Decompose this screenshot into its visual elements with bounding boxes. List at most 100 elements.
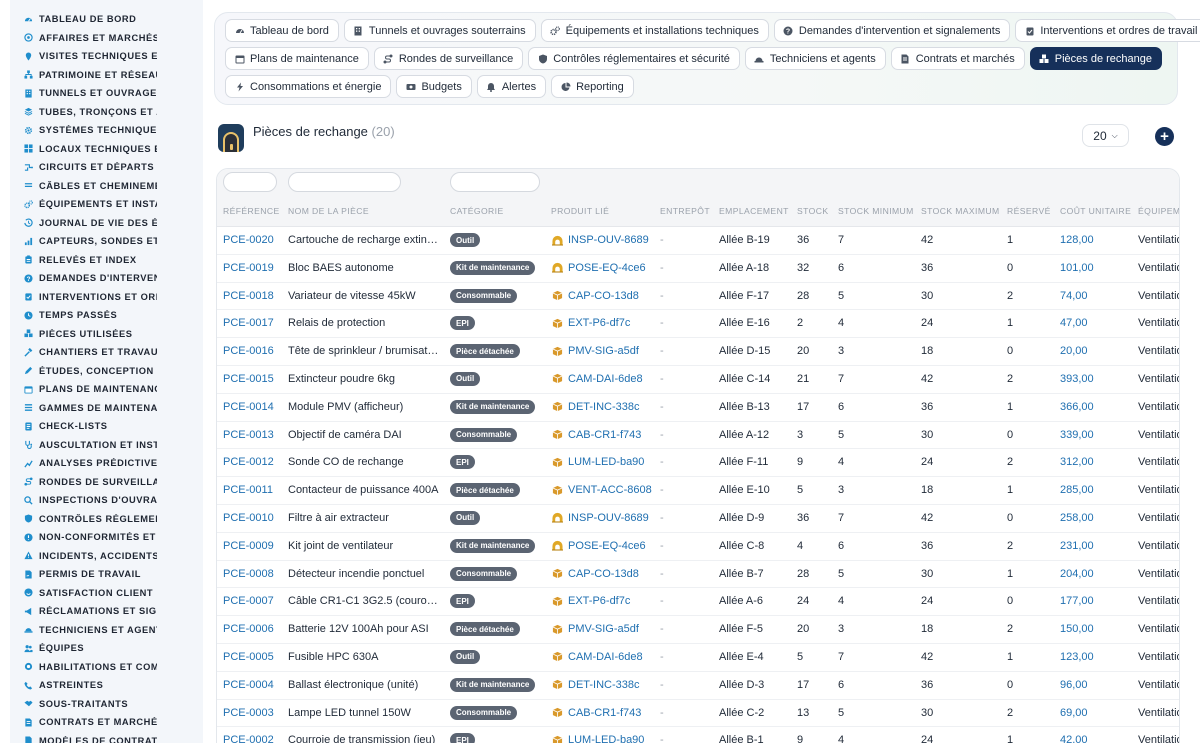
table-row[interactable]: PCE-0008 Détecteur incendie ponctuel Conso… [217,561,1179,589]
sidebar-item-auscultation-et-instr[interactable]: AUSCULTATION ET INSTR [10,436,203,455]
part-reference-link[interactable]: PCE-0006 [223,623,274,635]
table-row[interactable]: PCE-0015 Extincteur poudre 6kg Outil CAM-DA… [217,366,1179,394]
table-row[interactable]: PCE-0019 Bloc BAES autonome Kit de mainten… [217,255,1179,283]
sidebar-item-demandes-d-intervent[interactable]: ? DEMANDES D'INTERVENT [10,269,203,288]
part-reference-link[interactable]: PCE-0003 [223,707,274,719]
sidebar-item-inspections-d-ouvrag[interactable]: INSPECTIONS D'OUVRAG [10,491,203,510]
sidebar-item-tubes-troncons-et-zo[interactable]: TUBES, TRONÇONS ET ZO [10,103,203,122]
linked-product-link[interactable]: LUM-LED-ba90 [551,456,644,468]
sidebar-item-affaires-et-marches[interactable]: AFFAIRES ET MARCHÉS [10,29,203,48]
part-reference-link[interactable]: PCE-0008 [223,568,274,580]
column-header-stock-minimum[interactable]: STOCK MINIMUM [838,206,914,216]
part-reference-link[interactable]: PCE-0007 [223,595,274,607]
tab-consommations-et-energie[interactable]: Consommations et énergie [225,75,392,98]
linked-product-link[interactable]: DET-INC-338c [551,401,640,413]
sidebar-item-visites-techniques-et[interactable]: VISITES TECHNIQUES ET [10,47,203,66]
sidebar-item-astreintes[interactable]: ASTREINTES [10,676,203,695]
table-row[interactable]: PCE-0007 Câble CR1-C1 3G2.5 (couronne) EPI… [217,588,1179,617]
column-header-stock[interactable]: STOCK [797,206,828,216]
linked-product-link[interactable]: CAP-CO-13d8 [551,568,639,580]
linked-product-link[interactable]: VENT-ACC-8608 [551,484,652,496]
linked-product-link[interactable]: INSP-OUV-8689 [551,234,649,246]
sidebar-item-gammes-de-maintenan[interactable]: GAMMES DE MAINTENAN [10,399,203,418]
sidebar-item-patrimoine-et-reseaux[interactable]: PATRIMOINE ET RÉSEAUX [10,66,203,85]
tab-tunnels-et-ouvrages-souterrains[interactable]: Tunnels et ouvrages souterrains [343,19,536,42]
linked-product-link[interactable]: CAB-CR1-f743 [551,429,641,441]
column-header-entrepot[interactable]: ENTREPÔT [660,206,710,216]
linked-product-link[interactable]: PMV-SIG-a5df [551,345,639,357]
sidebar-item-circuits-et-departs-e[interactable]: CIRCUITS ET DÉPARTS É [10,158,203,177]
part-reference-link[interactable]: PCE-0017 [223,317,274,329]
linked-product-link[interactable]: CAM-DAI-6de8 [551,651,643,663]
part-reference-link[interactable]: PCE-0019 [223,262,274,274]
tab-equipements-et-installations-techniques[interactable]: Équipements et installations techniques [540,19,769,42]
filter-name-input[interactable] [288,172,401,192]
part-reference-link[interactable]: PCE-0010 [223,512,274,524]
column-header-emplacement[interactable]: EMPLACEMENT [719,206,789,216]
column-header-reference[interactable]: RÉFÉRENCE [223,206,280,216]
tab-techniciens-et-agents[interactable]: Techniciens et agents [744,47,886,70]
part-reference-link[interactable]: PCE-0011 [223,484,273,496]
tab-contrats-et-marches[interactable]: Contrats et marchés [890,47,1025,70]
sidebar-item-capteurs-sondes-et-c[interactable]: CAPTEURS, SONDES ET C [10,232,203,251]
part-reference-link[interactable]: PCE-0014 [223,401,274,413]
sidebar-item-check-lists[interactable]: CHECK-LISTS [10,417,203,436]
linked-product-link[interactable]: CAB-CR1-f743 [551,707,641,719]
table-row[interactable]: PCE-0020 Cartouche de recharge extinc… Out… [217,227,1179,255]
sidebar-item-temps-passes[interactable]: TEMPS PASSÉS [10,306,203,325]
table-row[interactable]: PCE-0004 Ballast électronique (unité) Kit … [217,672,1179,700]
tab-rondes-de-surveillance[interactable]: Rondes de surveillance [373,47,524,70]
part-reference-link[interactable]: PCE-0012 [223,456,274,468]
part-reference-link[interactable]: PCE-0015 [223,373,274,385]
table-row[interactable]: PCE-0005 Fusible HPC 630A Outil CAM-DAI-6de… [217,644,1179,672]
sidebar-item-etudes-conception-et[interactable]: ÉTUDES, CONCEPTION ET [10,362,203,381]
column-header-cout-unitaire[interactable]: COÛT UNITAIRE [1060,206,1131,216]
linked-product-link[interactable]: LUM-LED-ba90 [551,734,644,743]
tab-controles-reglementaires-et-securite[interactable]: Contrôles réglementaires et sécurité [528,47,740,70]
sidebar-item-releves-et-index[interactable]: RELEVÉS ET INDEX [10,251,203,270]
linked-product-link[interactable]: INSP-OUV-8689 [551,512,649,524]
sidebar-item-equipes[interactable]: ÉQUIPES [10,639,203,658]
sidebar-item-habilitations-et-comp[interactable]: HABILITATIONS ET COMP [10,658,203,677]
table-row[interactable]: PCE-0012 Sonde CO de rechange EPI LUM-LED-b… [217,449,1179,478]
sidebar-item-tableau-de-bord[interactable]: TABLEAU DE BORD [10,10,203,29]
column-header-nom-de-la-piece[interactable]: NOM DE LA PIÈCE [288,206,369,216]
column-header-stock-maximum[interactable]: STOCK MAXIMUM [921,206,1000,216]
linked-product-link[interactable]: EXT-P6-df7c [551,595,630,607]
table-row[interactable]: PCE-0018 Variateur de vitesse 45kW Consomm… [217,283,1179,311]
part-reference-link[interactable]: PCE-0009 [223,540,274,552]
sidebar-item-tunnels-et-ouvrages[interactable]: TUNNELS ET OUVRAGES [10,84,203,103]
table-row[interactable]: PCE-0011 Contacteur de puissance 400A Pièc… [217,477,1179,505]
column-header-produit-lie[interactable]: PRODUIT LIÉ [551,206,609,216]
linked-product-link[interactable]: DET-INC-338c [551,679,640,691]
tab-demandes-d-intervention-et-signalements[interactable]: ? Demandes d'intervention et signalements [773,19,1011,42]
add-part-button[interactable]: + [1155,127,1174,146]
sidebar-item-incidents-accidents-e[interactable]: INCIDENTS, ACCIDENTS E [10,547,203,566]
part-reference-link[interactable]: PCE-0002 [223,734,274,743]
sidebar-item-contrats-et-marches[interactable]: CONTRATS ET MARCHÉS [10,713,203,732]
sidebar-item-equipements-et-instal[interactable]: ÉQUIPEMENTS ET INSTAL [10,195,203,214]
sidebar-item-analyses-predictives[interactable]: ANALYSES PRÉDICTIVES [10,454,203,473]
table-row[interactable]: PCE-0014 Module PMV (afficheur) Kit de mai… [217,394,1179,422]
column-header-categorie[interactable]: CATÉGORIE [450,206,504,216]
sidebar-item-chantiers-et-travaux[interactable]: CHANTIERS ET TRAVAUX [10,343,203,362]
sidebar-item-rondes-de-surveillan[interactable]: RONDES DE SURVEILLAN [10,473,203,492]
sidebar-item-controles-reglement[interactable]: CONTRÔLES RÉGLEMENT [10,510,203,529]
table-row[interactable]: PCE-0002 Courroie de transmission (jeu) EP… [217,727,1179,743]
linked-product-link[interactable]: EXT-P6-df7c [551,317,630,329]
filter-category-input[interactable] [450,172,540,192]
column-header-equipem[interactable]: ÉQUIPEM [1138,206,1179,216]
linked-product-link[interactable]: CAP-CO-13d8 [551,290,639,302]
filter-reference-input[interactable] [223,172,277,192]
tab-reporting[interactable]: Reporting [551,75,634,98]
table-row[interactable]: PCE-0006 Batterie 12V 100Ah pour ASI Pièce… [217,616,1179,644]
sidebar-item-modeles-de-contrats[interactable]: MODÈLES DE CONTRATS [10,732,203,743]
table-row[interactable]: PCE-0013 Objectif de caméra DAI Consommabl… [217,422,1179,450]
sidebar-item-locaux-techniques-et[interactable]: LOCAUX TECHNIQUES ET [10,140,203,159]
linked-product-link[interactable]: POSE-EQ-4ce6 [551,262,646,274]
part-reference-link[interactable]: PCE-0005 [223,651,274,663]
linked-product-link[interactable]: POSE-EQ-4ce6 [551,540,646,552]
sidebar-item-reclamations-et-sign[interactable]: RÉCLAMATIONS ET SIGN [10,602,203,621]
part-reference-link[interactable]: PCE-0004 [223,679,274,691]
sidebar-item-satisfaction-client[interactable]: SATISFACTION CLIENT [10,584,203,603]
